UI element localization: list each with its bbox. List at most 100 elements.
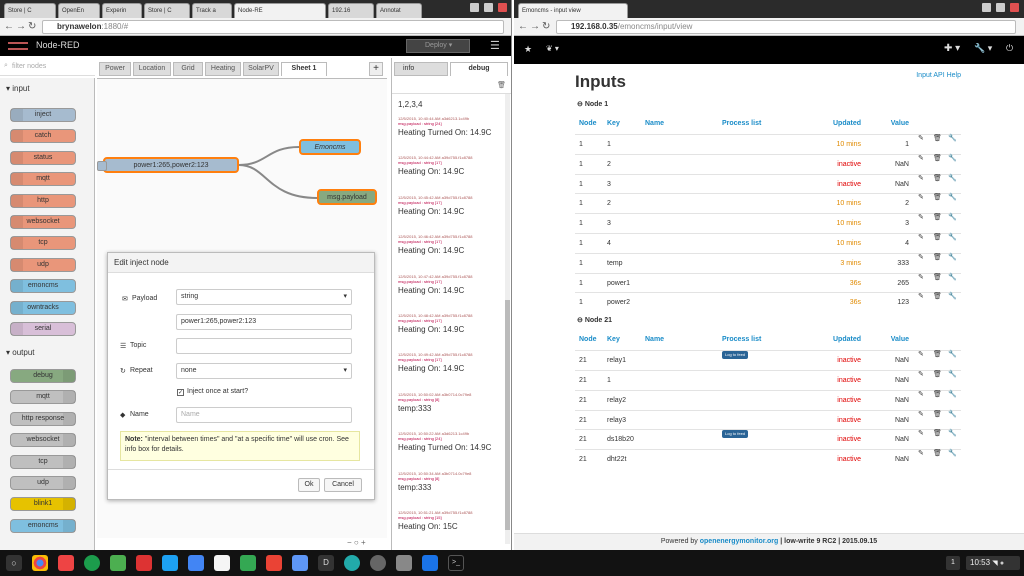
app-icon[interactable] (344, 555, 360, 571)
reload-icon[interactable]: ↻ (28, 21, 36, 32)
process-badge[interactable]: Log to feed (722, 430, 749, 439)
app-d-icon[interactable]: D (318, 555, 334, 571)
wrench-icon[interactable]: 🔧 (948, 411, 957, 419)
palette-node-inject[interactable]: inject (10, 108, 76, 122)
debug-scrollbar[interactable] (505, 94, 510, 544)
palette-category-input[interactable]: ▾ input (6, 84, 30, 93)
app-icon[interactable] (370, 555, 386, 571)
terminal-icon[interactable]: >_ (448, 555, 464, 571)
browser-tab[interactable]: Experin (102, 3, 142, 18)
feedly-icon[interactable] (110, 555, 126, 571)
trash-icon[interactable]: 🗑 (933, 450, 942, 458)
tab-location[interactable]: Location (133, 62, 171, 76)
edit-icon[interactable]: ✎ (918, 254, 925, 262)
browser-tab[interactable]: Annotat (376, 3, 422, 18)
trash-icon[interactable]: 🗑 (933, 254, 942, 262)
palette-node-mqtt[interactable]: mqtt (10, 390, 76, 405)
tab-grid[interactable]: Grid (173, 62, 203, 76)
browser-tab[interactable]: OpenEn (58, 3, 100, 18)
trash-icon[interactable]: 🗑 (933, 351, 942, 359)
palette-node-tcp[interactable]: tcp (10, 236, 76, 251)
browser-tab-active[interactable]: Node-RE (234, 3, 326, 18)
palette-node-status[interactable]: status (10, 150, 76, 165)
tab-power[interactable]: Power (99, 62, 131, 76)
browser-tab[interactable]: 192.16 (328, 3, 374, 18)
trash-icon[interactable]: 🗑 (933, 175, 942, 183)
trash-icon[interactable]: 🗑 (933, 214, 942, 222)
collapse-icon[interactable]: ⊖ (577, 101, 585, 108)
tab-heating[interactable]: Heating (205, 62, 241, 76)
close-button[interactable] (1010, 3, 1019, 12)
palette-node-udp[interactable]: udp (10, 476, 76, 490)
browser-tab-active[interactable]: Emoncms - input view (518, 3, 628, 18)
address-bar[interactable]: brynawelon:1880/# (42, 20, 504, 34)
debug-node[interactable]: msg.payload (317, 189, 377, 205)
wrench-icon[interactable]: 🔧 (948, 430, 957, 438)
browser-tab[interactable]: Track a (192, 3, 232, 18)
edit-icon[interactable]: ✎ (918, 175, 925, 183)
app-icon[interactable] (136, 555, 152, 571)
notification-badge[interactable]: 1 (946, 556, 960, 570)
minimize-button[interactable] (982, 3, 991, 12)
palette-node-catch[interactable]: catch (10, 129, 76, 144)
edit-icon[interactable]: ✎ (918, 214, 925, 222)
wrench-icon[interactable]: 🔧 (948, 234, 957, 242)
tab-sheet-1[interactable]: Sheet 1 (281, 62, 327, 76)
trash-icon[interactable]: 🗑 (933, 430, 942, 438)
palette-node-serial[interactable]: serial (10, 322, 76, 336)
app-icon[interactable] (396, 555, 412, 571)
trash-icon[interactable]: 🗑 (933, 293, 942, 301)
palette-node-debug[interactable]: debug (10, 369, 76, 383)
cancel-button[interactable]: Cancel (324, 478, 362, 492)
payload-input[interactable]: power1:265,power2:123 (176, 314, 352, 330)
trash-icon[interactable]: 🗑 (933, 135, 942, 143)
name-input[interactable]: Name (176, 407, 352, 423)
hangouts-icon[interactable] (84, 555, 100, 571)
edit-icon[interactable]: ✎ (918, 274, 925, 282)
back-icon[interactable]: ← (518, 21, 528, 32)
reload-icon[interactable]: ↻ (542, 21, 550, 32)
palette-filter[interactable]: ⌕ filter nodes (0, 58, 95, 76)
ok-button[interactable]: Ok (298, 478, 320, 492)
node-group-header[interactable]: ⊖ Node 21 (577, 316, 612, 324)
tab-info[interactable]: info (394, 62, 448, 76)
wrench-icon[interactable]: 🔧 (948, 391, 957, 399)
wrench-icon[interactable]: 🔧 (948, 450, 957, 458)
wrench-icon[interactable]: 🔧 (948, 155, 957, 163)
emoncms-node[interactable]: Emoncms (299, 139, 361, 155)
edit-icon[interactable]: ✎ (918, 293, 925, 301)
forward-icon[interactable]: → (530, 21, 540, 32)
palette-node-owntracks[interactable]: owntracks (10, 300, 76, 315)
twitter-icon[interactable] (162, 555, 178, 571)
launcher-icon[interactable]: ○ (6, 555, 22, 571)
footer-link[interactable]: openenergymonitor.org (700, 538, 779, 545)
wrench-icon[interactable]: 🔧 (948, 194, 957, 202)
wrench-icon[interactable]: 🔧 (948, 274, 957, 282)
deploy-button[interactable]: Deploy ▾ (406, 39, 470, 53)
wrench-icon[interactable]: 🔧 (948, 351, 957, 359)
zoom-controls[interactable]: − ○ + (347, 538, 366, 547)
maps-icon[interactable] (240, 555, 256, 571)
palette-category-output[interactable]: ▾ output (6, 348, 35, 357)
maximize-button[interactable] (484, 3, 493, 12)
forward-icon[interactable]: → (16, 21, 26, 32)
edit-icon[interactable]: ✎ (918, 135, 925, 143)
inject-button[interactable] (97, 161, 107, 171)
files-icon[interactable] (292, 555, 308, 571)
trash-icon[interactable]: 🗑 (933, 234, 942, 242)
edit-icon[interactable]: ✎ (918, 155, 925, 163)
youtube-icon[interactable] (266, 555, 282, 571)
palette-node-mqtt[interactable]: mqtt (10, 172, 76, 187)
edit-icon[interactable]: ✎ (918, 351, 925, 359)
tab-debug[interactable]: debug (450, 62, 508, 76)
edit-icon[interactable]: ✎ (918, 430, 925, 438)
wrench-icon[interactable]: 🔧 (948, 135, 957, 143)
tab-solarpv[interactable]: SolarPV (243, 62, 279, 76)
edit-icon[interactable]: ✎ (918, 411, 925, 419)
palette-node-websocket[interactable]: websocket (10, 215, 76, 229)
trash-icon[interactable]: 🗑 (933, 371, 942, 379)
topic-input[interactable] (176, 338, 352, 354)
calendar-icon[interactable] (188, 555, 204, 571)
inject-once-checkbox[interactable]: ✓ (177, 389, 184, 396)
trash-icon[interactable]: 🗑 (933, 411, 942, 419)
